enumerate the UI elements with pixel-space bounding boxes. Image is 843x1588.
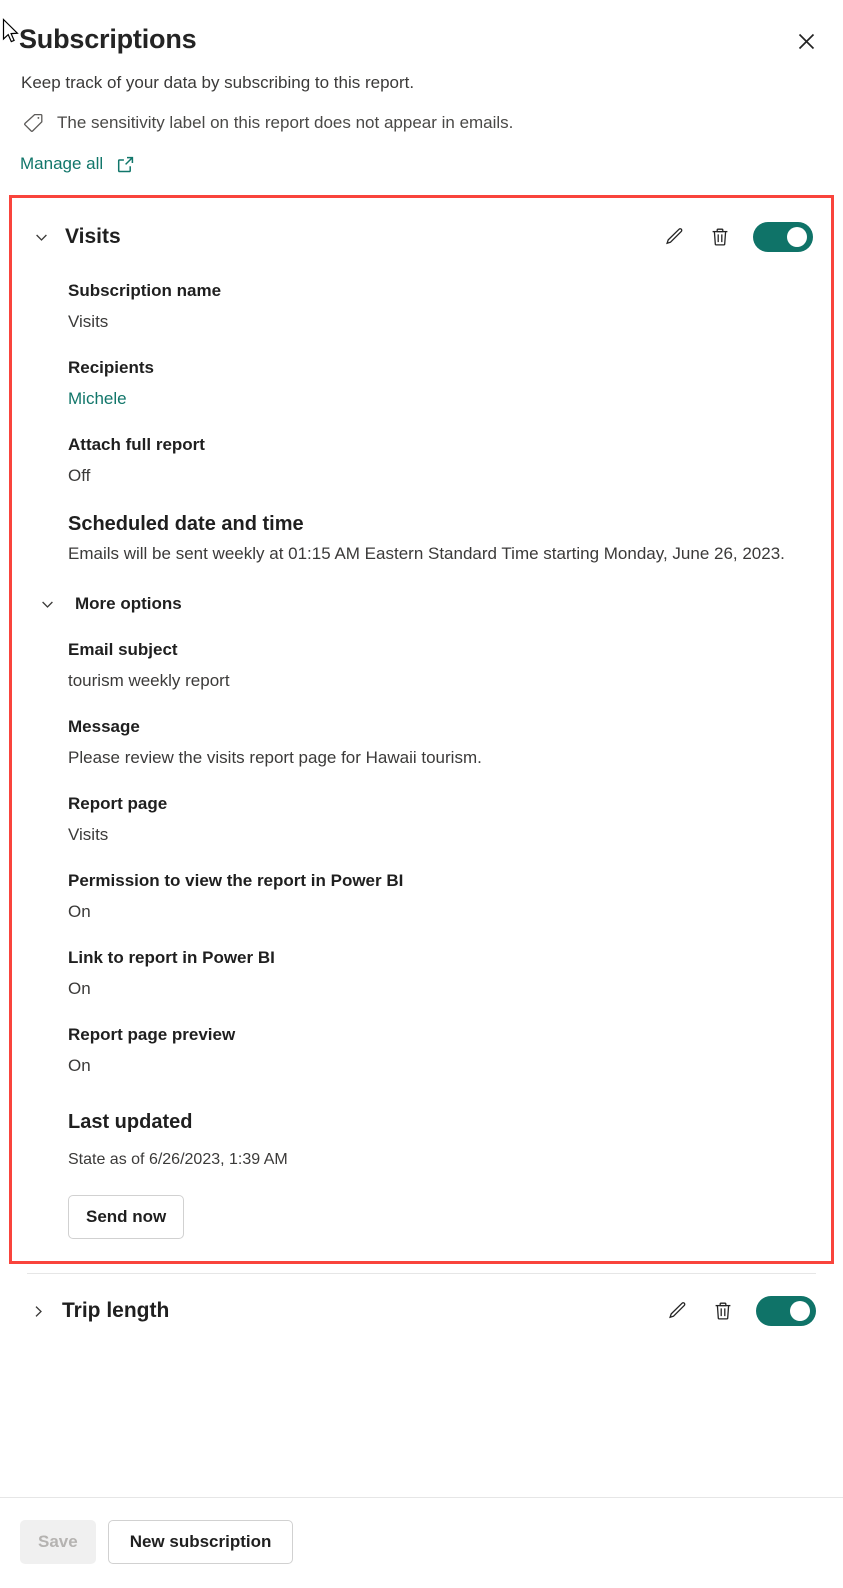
panel-footer: Save New subscription — [0, 1497, 843, 1588]
field-label: Message — [68, 717, 140, 736]
recipient-link[interactable]: Michele — [68, 387, 817, 410]
field-label: Link to report in Power BI — [68, 948, 275, 967]
more-options-toggle[interactable]: More options — [36, 593, 817, 615]
field-label: Attach full report — [68, 435, 205, 454]
pencil-icon — [666, 1300, 688, 1322]
chevron-right-icon[interactable] — [27, 1300, 49, 1322]
field-message: Message Please review the visits report … — [68, 716, 817, 769]
panel-header: Subscriptions — [0, 0, 843, 58]
more-options-label: More options — [75, 594, 182, 613]
field-label: Email subject — [68, 640, 178, 659]
subscription-header-visits[interactable]: Visits — [26, 210, 817, 258]
close-icon — [797, 32, 816, 51]
field-label: Report page preview — [68, 1025, 236, 1044]
field-subscription-name: Subscription name Visits — [68, 280, 817, 333]
close-button[interactable] — [789, 24, 823, 58]
field-label: Recipients — [68, 358, 154, 377]
field-label: Scheduled date and time — [68, 513, 304, 535]
delete-subscription-button[interactable] — [710, 1298, 736, 1324]
field-permission-view-report: Permission to view the report in Power B… — [68, 870, 817, 923]
edit-subscription-button[interactable] — [661, 224, 687, 250]
subscription-title: Trip length — [62, 1299, 170, 1322]
trash-icon — [712, 1300, 734, 1322]
field-report-page: Report page Visits — [68, 793, 817, 846]
field-value: Emails will be sent weekly at 01:15 AM E… — [68, 544, 785, 563]
subscription-enabled-toggle[interactable] — [753, 222, 813, 252]
pencil-icon — [663, 226, 685, 248]
last-updated-value: State as of 6/26/2023, 1:39 AM — [68, 1151, 288, 1168]
field-link-to-report: Link to report in Power BI On — [68, 947, 817, 1000]
last-updated-label: Last updated — [68, 1111, 193, 1133]
subscriptions-panel: Subscriptions Keep track of your data by… — [0, 0, 843, 1588]
sensitivity-text: The sensitivity label on this report doe… — [57, 113, 514, 132]
field-last-updated: Last updated State as of 6/26/2023, 1:39… — [68, 1109, 817, 1171]
field-value: Off — [68, 466, 91, 485]
manage-all-link[interactable]: Manage all — [20, 153, 103, 175]
subscription-title: Visits — [65, 225, 121, 248]
field-label: Permission to view the report in Power B… — [68, 871, 404, 890]
subscription-enabled-toggle[interactable] — [756, 1296, 816, 1326]
subscription-actions — [664, 1296, 816, 1326]
external-link-icon[interactable] — [116, 155, 135, 174]
subscriptions-list: Visits Subscription name Visits Recipien… — [0, 175, 843, 1497]
save-button[interactable]: Save — [20, 1520, 96, 1564]
field-value: On — [68, 902, 91, 921]
field-value: tourism weekly report — [68, 671, 230, 690]
field-report-page-preview: Report page preview On — [68, 1024, 817, 1077]
field-label: Subscription name — [68, 281, 222, 300]
send-now-container: Send now — [68, 1195, 817, 1239]
subscription-header-trip-length[interactable]: Trip length — [9, 1274, 834, 1326]
chevron-down-icon[interactable] — [30, 226, 52, 248]
field-recipients: Recipients Michele — [68, 357, 817, 410]
field-email-subject: Email subject tourism weekly report — [68, 639, 817, 692]
field-scheduled-date-time: Scheduled date and time Emails will be s… — [68, 511, 817, 567]
tag-icon — [21, 111, 45, 135]
field-value: On — [68, 979, 91, 998]
subscription-details: Subscription name Visits Recipients Mich… — [26, 280, 817, 1239]
subscription-actions — [661, 222, 813, 252]
field-value: Visits — [68, 312, 109, 331]
sensitivity-notice: The sensitivity label on this report doe… — [0, 95, 843, 135]
toggle-knob — [787, 227, 807, 247]
subscription-card-visits: Visits Subscription name Visits Recipien… — [9, 195, 834, 1264]
field-attach-full-report: Attach full report Off — [68, 434, 817, 487]
toggle-knob — [790, 1301, 810, 1321]
page-title: Subscriptions — [19, 24, 197, 54]
chevron-down-icon[interactable] — [36, 593, 58, 615]
delete-subscription-button[interactable] — [707, 224, 733, 250]
manage-all-row[interactable]: Manage all — [0, 135, 843, 175]
field-value: Please review the visits report page for… — [68, 748, 482, 767]
send-now-button[interactable]: Send now — [68, 1195, 185, 1239]
field-value: Visits — [68, 825, 109, 844]
edit-subscription-button[interactable] — [664, 1298, 690, 1324]
new-subscription-button[interactable]: New subscription — [107, 1520, 294, 1564]
trash-icon — [709, 226, 731, 248]
panel-subtitle: Keep track of your data by subscribing t… — [21, 73, 415, 92]
field-value: On — [68, 1056, 91, 1075]
field-label: Report page — [68, 794, 168, 813]
